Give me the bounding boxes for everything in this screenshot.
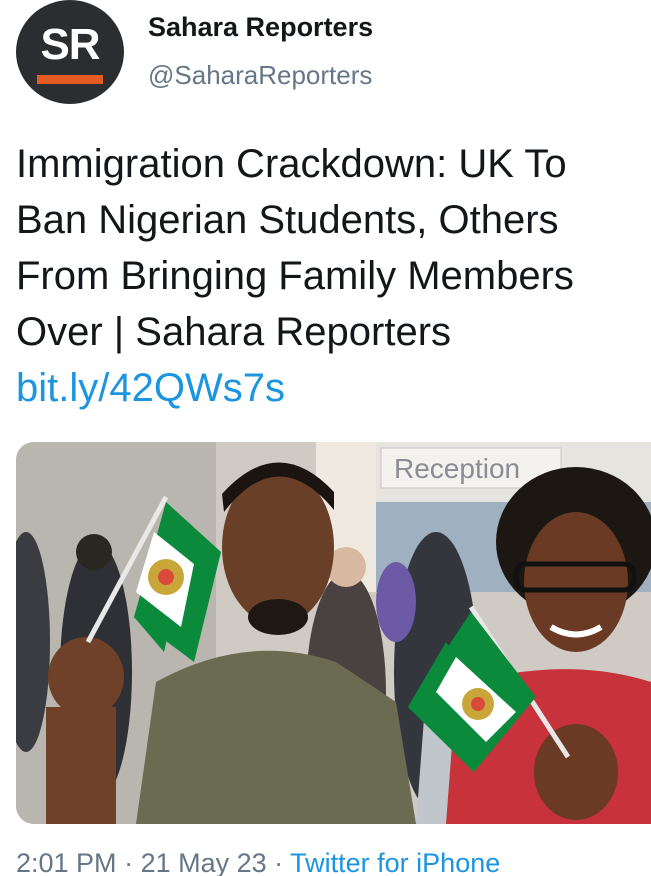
avatar-logo-text: SR — [40, 19, 100, 69]
tweet-media-photo[interactable]: Reception — [16, 442, 651, 824]
tweet-link[interactable]: bit.ly/42QWs7s — [16, 366, 285, 410]
user-handle[interactable]: @SaharaReporters — [148, 60, 372, 91]
avatar-logo-bar — [37, 74, 103, 84]
tweet-time: 2:01 PM — [16, 848, 117, 876]
tweet-source-link[interactable]: Twitter for iPhone — [290, 848, 500, 876]
meta-separator-1: · — [116, 848, 141, 876]
reception-sign: Reception — [394, 453, 520, 484]
meta-separator-2: · — [266, 848, 291, 876]
photo-illustration: Reception — [16, 442, 651, 824]
avatar[interactable]: SR — [16, 0, 124, 104]
display-name[interactable]: Sahara Reporters — [148, 12, 373, 43]
tweet-meta: 2:01 PM · 21 May 23 · Twitter for iPhone — [16, 848, 500, 876]
tweet-text: Immigration Crackdown: UK To Ban Nigeria… — [16, 142, 574, 354]
tweet-body: Immigration Crackdown: UK To Ban Nigeria… — [16, 136, 641, 416]
tweet: SR Sahara Reporters @SaharaReporters Imm… — [0, 0, 651, 876]
tweet-date: 21 May 23 — [140, 848, 267, 876]
